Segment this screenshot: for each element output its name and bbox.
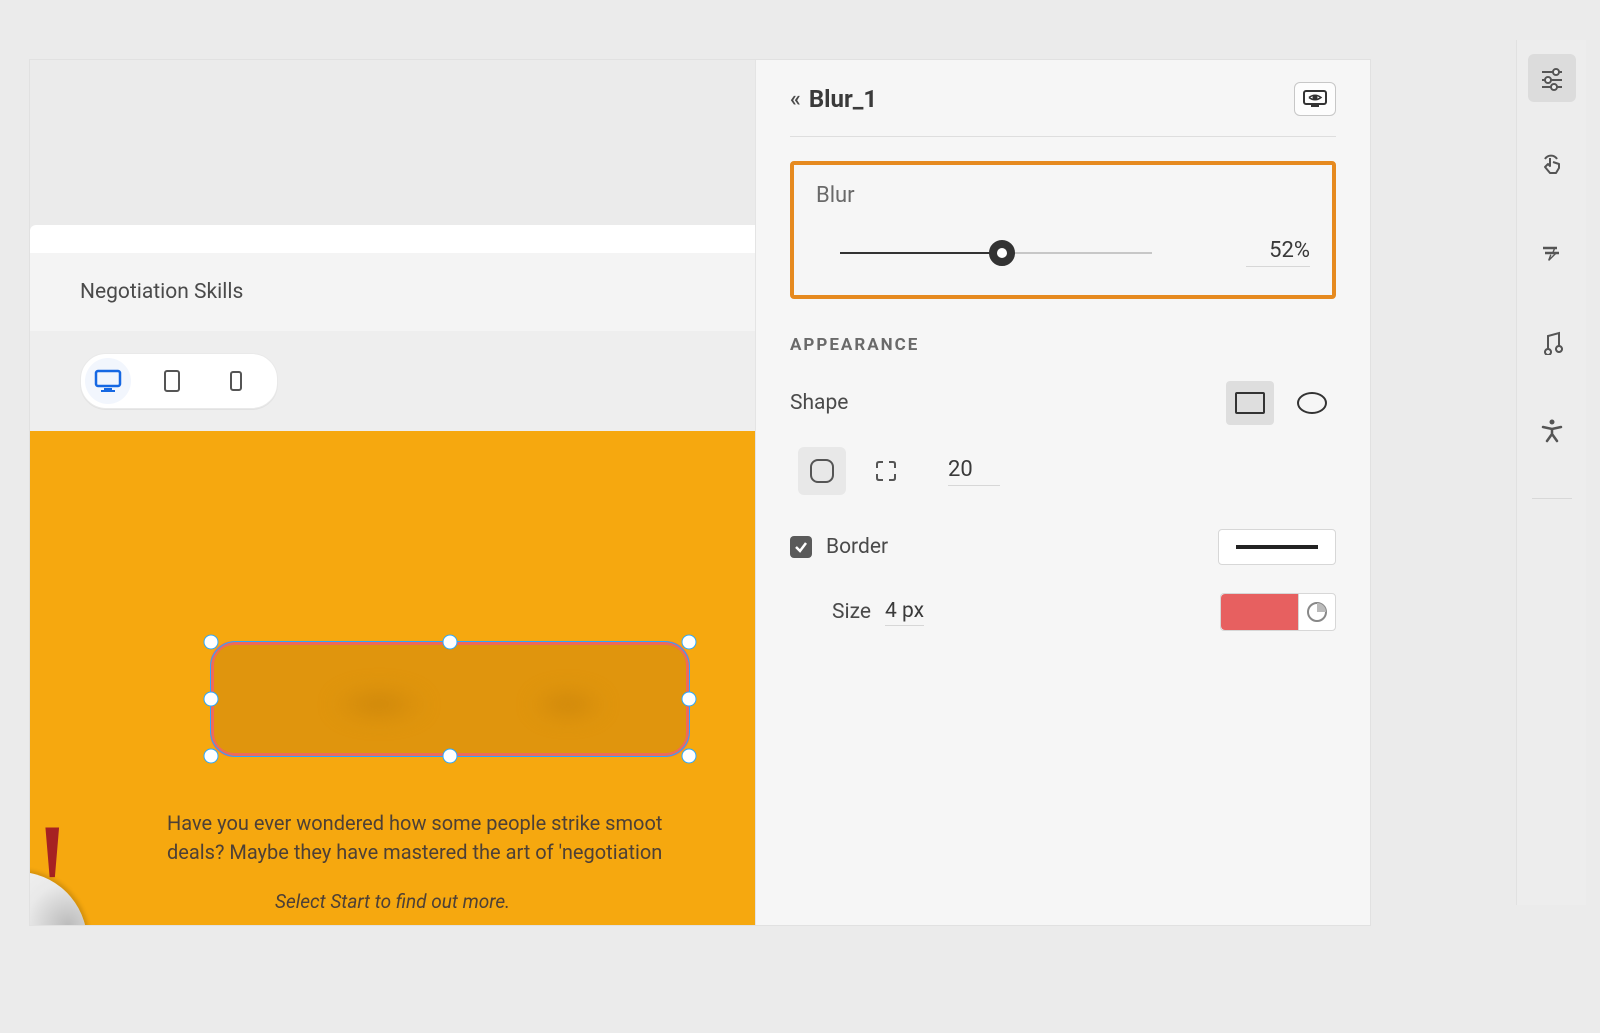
border-color-well[interactable] xyxy=(1220,593,1336,631)
color-wheel-icon xyxy=(1306,601,1328,623)
back-button[interactable]: « xyxy=(790,87,797,112)
rail-interactions-button[interactable] xyxy=(1528,142,1576,190)
check-icon xyxy=(794,540,808,554)
app-frame: Negotiation Skills xyxy=(30,60,1370,925)
breadcrumb: Negotiation Skills xyxy=(30,253,755,331)
appearance-section-title: APPEARANCE xyxy=(790,335,1336,355)
corner-uniform-button[interactable] xyxy=(798,447,846,495)
preview-monitor-icon xyxy=(1302,89,1328,109)
canvas-top-spacer xyxy=(30,60,755,225)
canvas-column: Negotiation Skills xyxy=(30,60,755,925)
shape-options xyxy=(1226,381,1336,425)
blur-slider[interactable] xyxy=(840,252,1152,254)
device-mobile-button[interactable] xyxy=(213,358,259,404)
blur-slider-row: 52% xyxy=(816,238,1310,267)
corner-radius-value[interactable]: 20 xyxy=(948,457,1000,486)
selection-outline xyxy=(210,641,690,757)
slide-body-text: Have you ever wondered how some people s… xyxy=(167,809,755,867)
sliders-icon xyxy=(1539,65,1565,91)
breadcrumb-text: Negotiation Skills xyxy=(80,280,243,304)
individual-corners-icon xyxy=(874,459,898,483)
shape-ellipse-button[interactable] xyxy=(1288,381,1336,425)
resize-handle[interactable] xyxy=(204,635,219,650)
blur-label: Blur xyxy=(816,183,1310,208)
rail-accessibility-button[interactable] xyxy=(1528,406,1576,454)
flash-icon xyxy=(1539,241,1565,267)
resize-handle[interactable] xyxy=(204,692,219,707)
stroke-style-dropdown[interactable] xyxy=(1218,529,1336,565)
size-value[interactable]: 4 px xyxy=(885,599,924,626)
desktop-icon xyxy=(94,369,122,393)
blur-shape-object[interactable] xyxy=(210,641,690,757)
slide-cta-text: Select Start to find out more. xyxy=(30,890,755,913)
ellipse-icon xyxy=(1297,392,1327,414)
resize-handle[interactable] xyxy=(204,749,219,764)
blur-section-highlight: Blur 52% xyxy=(790,161,1336,299)
inspector-panel: « Blur_1 Blur 52% APPEARANCE xyxy=(755,60,1370,925)
color-picker-button[interactable] xyxy=(1299,594,1335,630)
resize-handle[interactable] xyxy=(443,635,458,650)
resize-handle[interactable] xyxy=(682,692,697,707)
border-row: Border xyxy=(790,529,1336,565)
resize-handle[interactable] xyxy=(682,635,697,650)
corner-radius-row: 20 xyxy=(790,447,1336,495)
rounded-square-icon xyxy=(810,459,834,483)
border-checkbox[interactable] xyxy=(790,536,812,558)
accessibility-icon xyxy=(1539,417,1565,443)
blur-slider-fill xyxy=(840,252,1002,254)
shape-rectangle-button[interactable] xyxy=(1226,381,1274,425)
rail-audio-button[interactable] xyxy=(1528,318,1576,366)
device-toggle-group xyxy=(80,353,278,409)
canvas-title-bar xyxy=(30,225,755,253)
device-tablet-button[interactable] xyxy=(149,358,195,404)
border-size-row: Size 4 px xyxy=(790,593,1336,631)
shape-row: Shape xyxy=(790,381,1336,425)
blur-slider-thumb[interactable] xyxy=(989,240,1015,266)
mobile-icon xyxy=(229,370,243,392)
body-line-1: Have you ever wondered how some people s… xyxy=(167,809,755,838)
music-icon xyxy=(1539,329,1565,355)
rail-properties-button[interactable] xyxy=(1528,54,1576,102)
color-swatch[interactable] xyxy=(1221,594,1299,630)
rail-separator xyxy=(1532,498,1572,499)
touch-icon xyxy=(1539,153,1565,179)
resize-handle[interactable] xyxy=(682,749,697,764)
border-label: Border xyxy=(826,535,888,559)
shape-label: Shape xyxy=(790,391,848,415)
stroke-line-icon xyxy=(1236,545,1318,549)
corner-individual-button[interactable] xyxy=(862,447,910,495)
rail-triggers-button[interactable] xyxy=(1528,230,1576,278)
body-line-2: deals? Maybe they have mastered the art … xyxy=(167,838,755,867)
preview-button[interactable] xyxy=(1294,82,1336,116)
slide-stage[interactable]: ! Have you ever wondered how some people… xyxy=(30,431,755,925)
right-tool-rail xyxy=(1516,40,1586,905)
blur-value[interactable]: 52% xyxy=(1246,238,1310,267)
resize-handle[interactable] xyxy=(443,749,458,764)
rectangle-icon xyxy=(1235,392,1265,414)
tablet-icon xyxy=(163,369,181,393)
inspector-header: « Blur_1 xyxy=(790,82,1336,137)
device-preview-row xyxy=(30,331,755,431)
inspector-title: Blur_1 xyxy=(809,85,877,113)
size-label: Size xyxy=(832,600,871,624)
device-desktop-button[interactable] xyxy=(85,358,131,404)
